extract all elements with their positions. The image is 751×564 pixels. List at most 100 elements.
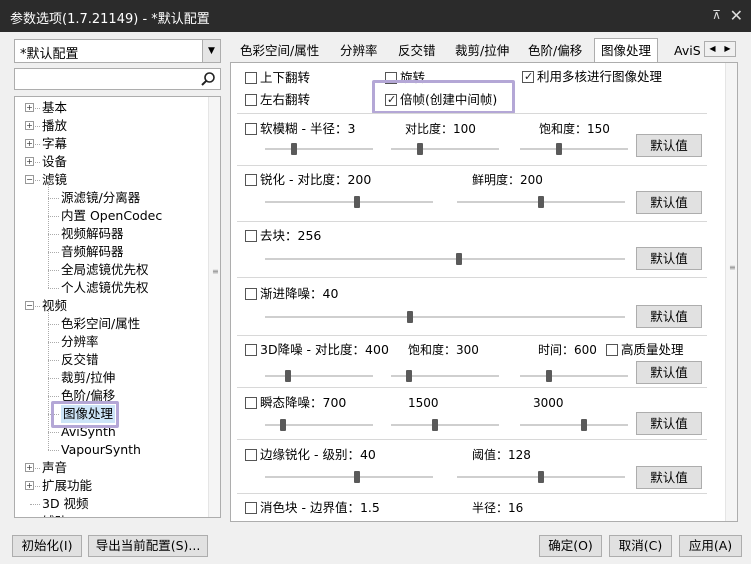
- flip-horizontal-checkbox[interactable]: 左右翻转: [245, 92, 310, 108]
- expand-icon[interactable]: +: [25, 481, 34, 490]
- tree-item[interactable]: 视频解码器: [15, 225, 205, 243]
- tree-item[interactable]: 辅助: [15, 513, 205, 517]
- slider-thumb[interactable]: [280, 419, 286, 431]
- checkbox-box[interactable]: [245, 72, 257, 84]
- slider-thumb[interactable]: [456, 253, 462, 265]
- collapse-icon[interactable]: −: [25, 301, 34, 310]
- tree-item[interactable]: + 播放: [15, 117, 205, 135]
- tab-deinterlace[interactable]: 反交错: [398, 41, 436, 61]
- expand-icon[interactable]: +: [25, 121, 34, 130]
- tree-item[interactable]: 音频解码器: [15, 243, 205, 261]
- profile-dropdown[interactable]: *默认配置 ▼: [14, 39, 221, 63]
- edge-sharpen-checkbox[interactable]: 边缘锐化 - 级别：40: [245, 447, 376, 463]
- denoise-3d-time-slider[interactable]: [520, 370, 628, 382]
- tree-item[interactable]: 色彩空间/属性: [15, 315, 205, 333]
- tab-resolution[interactable]: 分辨率: [340, 41, 378, 61]
- tree-item[interactable]: + 设备: [15, 153, 205, 171]
- expand-icon[interactable]: +: [25, 157, 34, 166]
- deblock-default-button[interactable]: 默认值: [636, 247, 702, 270]
- slider-thumb[interactable]: [538, 471, 544, 483]
- soft-blur-checkbox[interactable]: 软模糊 - 半径：3: [245, 121, 355, 137]
- init-button[interactable]: 初始化(I): [12, 535, 82, 557]
- slider-thumb[interactable]: [581, 419, 587, 431]
- color-block-checkbox[interactable]: 消色块 - 边界值：1.5: [245, 500, 380, 516]
- tree-item[interactable]: + 声音: [15, 459, 205, 477]
- slider-thumb[interactable]: [407, 311, 413, 323]
- chevron-down-icon[interactable]: ▼: [202, 40, 220, 62]
- slider-thumb[interactable]: [417, 143, 423, 155]
- high-quality-checkbox[interactable]: 高质量处理: [606, 342, 684, 358]
- progressive-denoise-default-button[interactable]: 默认值: [636, 305, 702, 328]
- tree-item[interactable]: 源滤镜/分离器: [15, 189, 205, 207]
- tree-item[interactable]: VapourSynth: [15, 441, 205, 459]
- checkbox-box[interactable]: [245, 397, 257, 409]
- checkbox-box[interactable]: [245, 123, 257, 135]
- checkbox-box[interactable]: [606, 344, 618, 356]
- multicore-checkbox[interactable]: 利用多核进行图像处理: [522, 69, 662, 85]
- slider-thumb[interactable]: [432, 419, 438, 431]
- cancel-button[interactable]: 取消(C): [609, 535, 672, 557]
- slider-thumb[interactable]: [285, 370, 291, 382]
- checkbox-box[interactable]: [245, 344, 257, 356]
- panel-scrollbar[interactable]: ≡: [725, 63, 737, 521]
- expand-icon[interactable]: +: [25, 103, 34, 112]
- tab-prev-icon[interactable]: ◀: [705, 42, 720, 56]
- slider-thumb[interactable]: [354, 196, 360, 208]
- slider-thumb[interactable]: [354, 471, 360, 483]
- settings-tree[interactable]: ≡ + 基本 + 播放 + 字幕 + 设备 − 滤镜 源滤镜/分离器 内置 OpenCodec 视频解码…: [14, 96, 221, 518]
- soft-blur-default-button[interactable]: 默认值: [636, 134, 702, 157]
- tab-colorspace[interactable]: 色彩空间/属性: [240, 41, 319, 61]
- tree-scrollbar[interactable]: ≡: [208, 97, 220, 517]
- tab-crop[interactable]: 裁剪/拉伸: [455, 41, 509, 61]
- apply-button[interactable]: 应用(A): [679, 535, 742, 557]
- expand-icon[interactable]: +: [25, 463, 34, 472]
- instant-denoise-checkbox[interactable]: 瞬态降噪：700: [245, 395, 346, 411]
- search-icon[interactable]: [200, 71, 216, 87]
- tree-item[interactable]: − 视频: [15, 297, 205, 315]
- flip-vertical-checkbox[interactable]: 上下翻转: [245, 70, 310, 86]
- sharpen-contrast-slider[interactable]: [265, 196, 433, 208]
- sharpen-checkbox[interactable]: 锐化 - 对比度：200: [245, 172, 371, 188]
- denoise-3d-checkbox[interactable]: 3D降噪 - 对比度：400: [245, 342, 389, 358]
- tree-item[interactable]: 3D 视频: [15, 495, 205, 513]
- tree-item[interactable]: 个人滤镜优先权: [15, 279, 205, 297]
- checkbox-box[interactable]: [245, 230, 257, 242]
- export-config-button[interactable]: 导出当前配置(S)...: [88, 535, 208, 557]
- collapse-icon[interactable]: −: [25, 175, 34, 184]
- progressive-denoise-slider[interactable]: [265, 311, 625, 323]
- progressive-denoise-checkbox[interactable]: 渐进降噪：40: [245, 286, 338, 302]
- tab-next-icon[interactable]: ▶: [720, 42, 735, 56]
- checkbox-box[interactable]: [245, 94, 257, 106]
- instant-denoise-default-button[interactable]: 默认值: [636, 412, 702, 435]
- edge-threshold-slider[interactable]: [457, 471, 625, 483]
- denoise-3d-contrast-slider[interactable]: [265, 370, 373, 382]
- slider-thumb[interactable]: [538, 196, 544, 208]
- instant-denoise-slider-1[interactable]: [265, 419, 373, 431]
- close-icon[interactable]: ✕: [730, 6, 743, 25]
- tab-avisynth[interactable]: AviS: [674, 41, 701, 61]
- deblock-checkbox[interactable]: 去块：256: [245, 228, 321, 244]
- pin-icon[interactable]: ⊼: [712, 8, 721, 22]
- slider-thumb[interactable]: [406, 370, 412, 382]
- expand-icon[interactable]: +: [25, 139, 34, 148]
- soft-blur-contrast-slider[interactable]: [391, 143, 499, 155]
- checkbox-box[interactable]: [522, 69, 534, 85]
- sharpen-vivid-slider[interactable]: [457, 196, 625, 208]
- checkbox-box[interactable]: [245, 449, 257, 461]
- checkbox-box[interactable]: [245, 502, 257, 514]
- search-input[interactable]: [14, 68, 221, 90]
- tree-item[interactable]: + 基本: [15, 99, 205, 117]
- tree-item[interactable]: − 滤镜: [15, 171, 205, 189]
- edge-sharpen-default-button[interactable]: 默认值: [636, 466, 702, 489]
- denoise-3d-default-button[interactable]: 默认值: [636, 361, 702, 384]
- edge-level-slider[interactable]: [265, 471, 433, 483]
- soft-blur-radius-slider[interactable]: [265, 143, 373, 155]
- soft-blur-saturation-slider[interactable]: [520, 143, 628, 155]
- tree-item[interactable]: 反交错: [15, 351, 205, 369]
- slider-thumb[interactable]: [291, 143, 297, 155]
- checkbox-box[interactable]: [245, 174, 257, 186]
- tree-item[interactable]: + 字幕: [15, 135, 205, 153]
- tree-item[interactable]: 全局滤镜优先权: [15, 261, 205, 279]
- tree-item[interactable]: 分辨率: [15, 333, 205, 351]
- slider-thumb[interactable]: [546, 370, 552, 382]
